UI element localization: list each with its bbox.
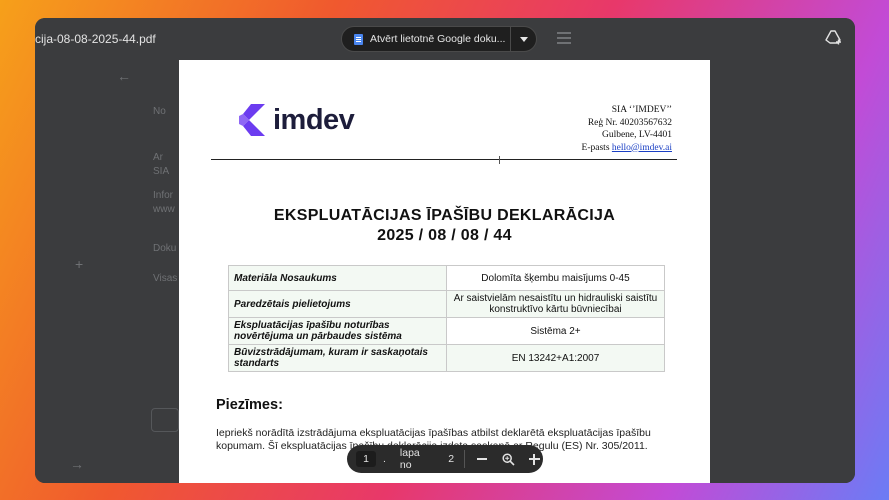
notes-heading: Piezīmes:	[216, 397, 283, 413]
zoom-in-button[interactable]	[525, 450, 543, 468]
bg-text: SIA	[153, 166, 170, 177]
email-label: E-pasts	[581, 142, 612, 153]
chevron-down-icon[interactable]	[520, 36, 528, 42]
document-number: 2025 / 08 / 08 / 44	[377, 227, 512, 244]
company-reg: Reģ Nr. 40203567632	[587, 117, 672, 128]
text-cursor	[499, 156, 503, 164]
add-icon: +	[75, 256, 84, 272]
add-to-drive-icon[interactable]	[825, 30, 843, 46]
page-controls: 1 . lapa no 2	[347, 445, 543, 473]
logo-text: imdev	[273, 103, 355, 136]
current-page-input[interactable]: 1	[356, 451, 376, 467]
company-name: SIA ‘’IMDEV’’	[611, 105, 672, 115]
bg-text: Infor	[153, 190, 174, 201]
company-email-line: E-pasts hello@imdev.ai	[582, 142, 672, 155]
bg-text: Visas	[153, 273, 178, 284]
table-row: Paredzētais pielietojums Ar saistvielām …	[228, 290, 665, 318]
bg-text: Doku	[153, 243, 177, 254]
company-address: Gulbene, LV-4401	[601, 130, 672, 140]
bg-box	[151, 408, 179, 432]
header-divider	[211, 159, 677, 160]
zoom-button[interactable]	[499, 450, 517, 468]
zoom-icon	[502, 452, 515, 466]
table-row: Būvizstrādājumam, kuram ir saskaņotais s…	[228, 344, 665, 372]
button-divider	[510, 26, 511, 52]
open-with-google-docs-button[interactable]: Atvērt lietotnē Google doku...	[341, 26, 537, 52]
pdf-page: imdev SIA ‘’IMDEV’’ Reģ Nr. 40203567632 …	[179, 60, 710, 483]
zoom-out-button[interactable]	[473, 450, 491, 468]
declaration-table: Materiāla Nosaukums Dolomīta šķembu mais…	[228, 265, 665, 372]
bg-text: www	[153, 204, 175, 215]
table-row: Materiāla Nosaukums Dolomīta šķembu mais…	[228, 265, 665, 291]
bg-text: Ar	[153, 152, 163, 163]
back-arrow-icon: ←	[117, 68, 131, 84]
email-link[interactable]: hello@imdev.ai	[612, 143, 672, 153]
bg-text: No	[153, 106, 166, 117]
viewer-toolbar: cija-08-08-2025-44.pdf Atvērt lietotnē G…	[35, 18, 855, 60]
table-key: Paredzētais pielietojums	[228, 290, 447, 318]
forward-arrow-icon: →	[70, 456, 84, 472]
imdev-logo-icon	[239, 104, 265, 136]
table-key: Būvizstrādājumam, kuram ir saskaņotais s…	[228, 344, 447, 372]
page-separator: .	[382, 453, 386, 465]
table-value: Ar saistvielām nesaistītu un hidrauliski…	[446, 290, 665, 318]
plus-icon	[528, 453, 540, 465]
open-with-label: Atvērt lietotnē Google doku...	[370, 33, 506, 45]
google-docs-icon	[354, 33, 363, 45]
table-value: Dolomīta šķembu maisījums 0-45	[446, 265, 665, 291]
company-logo: imdev	[235, 102, 355, 138]
table-key: Ekspluatācijas īpašību noturības novērtē…	[228, 317, 447, 345]
page-of-label: lapa no	[399, 447, 420, 471]
pager-divider	[464, 450, 466, 468]
document-title: EKSPLUATĀCIJAS ĪPAŠĪBU DEKLARĀCIJA	[273, 207, 616, 224]
table-key: Materiāla Nosaukums	[228, 265, 447, 291]
company-info: SIA ‘’IMDEV’’ Reģ Nr. 40203567632 Gulben…	[582, 104, 672, 154]
table-value: EN 13242+A1:2007	[446, 344, 665, 372]
table-value: Sistēma 2+	[446, 317, 665, 345]
settings-sliders-icon[interactable]	[557, 32, 571, 44]
total-pages: 2	[448, 453, 455, 465]
table-row: Ekspluatācijas īpašību noturības novērtē…	[228, 317, 665, 345]
minus-icon	[477, 458, 488, 460]
pdf-viewer-window: ← No Ar SIA Infor www Doku Visas + → cij…	[35, 18, 855, 483]
file-name: cija-08-08-2025-44.pdf	[35, 32, 156, 46]
